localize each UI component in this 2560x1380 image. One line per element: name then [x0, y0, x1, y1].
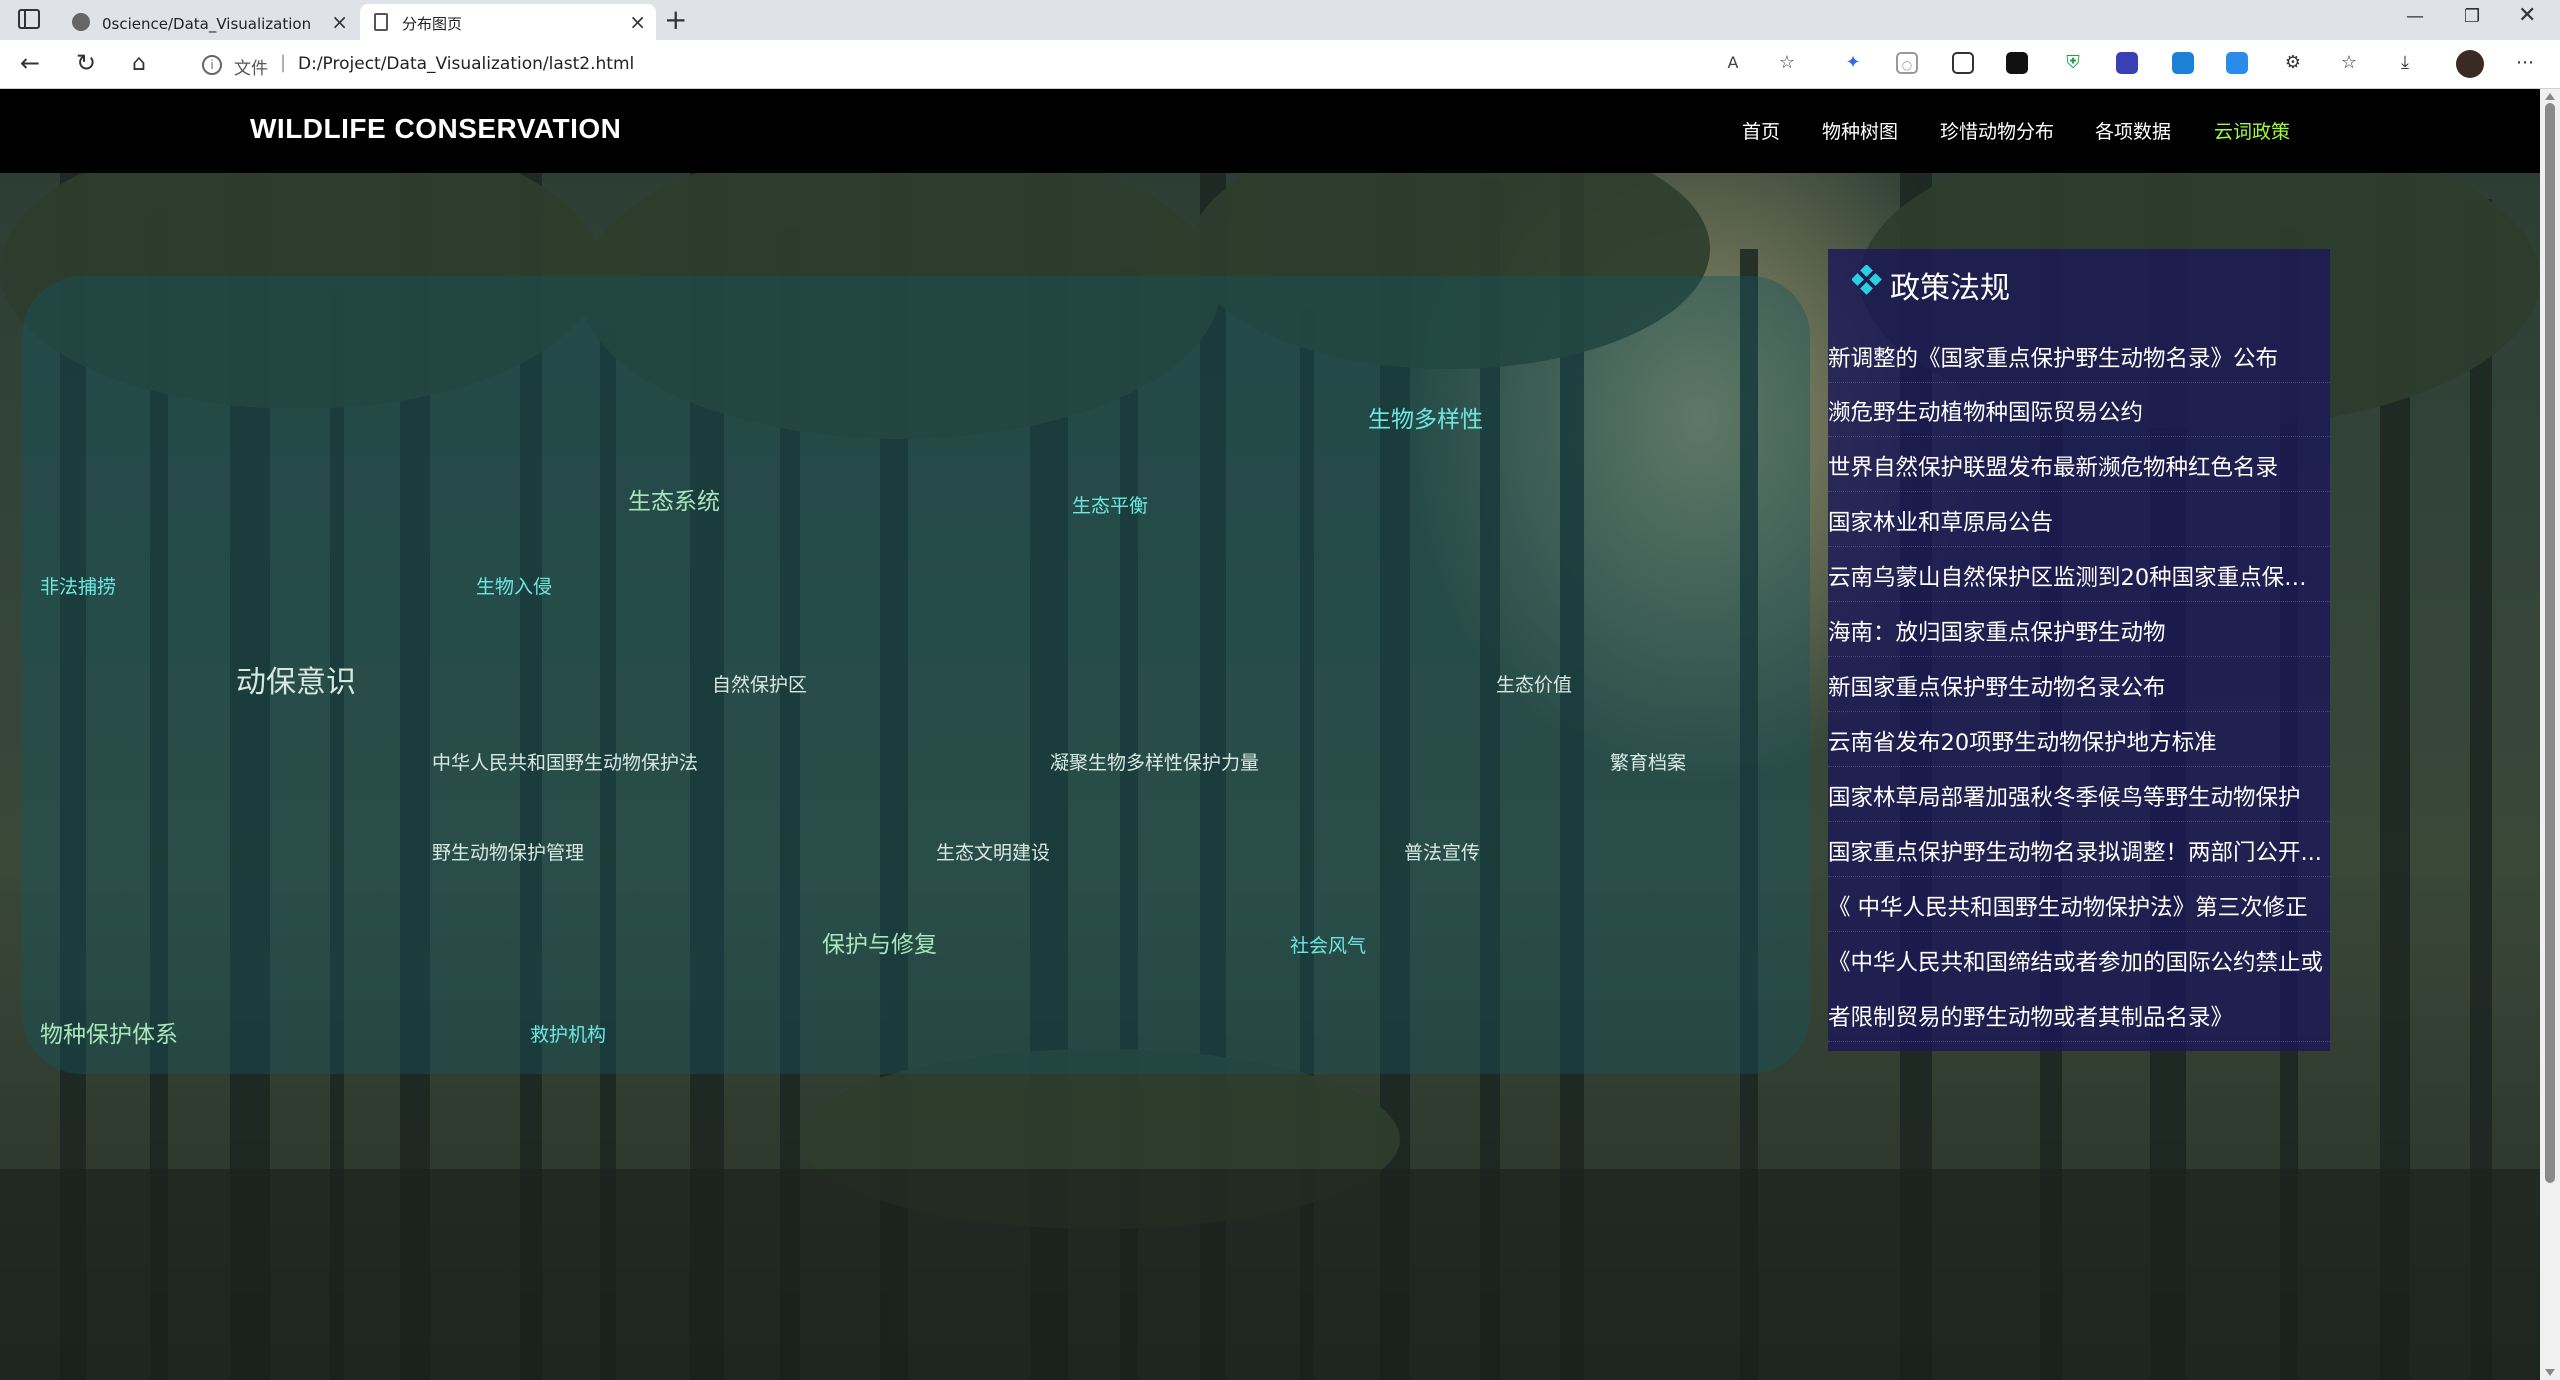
policy-item-text[interactable]: 《中华人民共和国缔结或者参加的国际公约禁止或	[1828, 945, 2328, 977]
url-scheme-label: 文件	[234, 59, 268, 79]
home-icon[interactable]: ⌂	[132, 51, 146, 76]
diamond-cluster-icon	[1852, 265, 1882, 295]
cloud-word: 保护与修复	[822, 932, 937, 958]
site-navbar: WILDLIFE CONSERVATION 首页 物种树图 珍惜动物分布 各项数…	[0, 89, 2540, 173]
cloud-word: 繁育档案	[1610, 752, 1687, 774]
cloud-word: 中华人民共和国野生动物保护法	[432, 752, 699, 774]
policy-item[interactable]: 国家林业和草原局公告	[1828, 493, 2330, 547]
extension-blue-icon[interactable]	[2116, 52, 2138, 74]
policy-item[interactable]: 者限制贸易的野生动物或者其制品名录》	[1828, 988, 2330, 1042]
info-icon[interactable]: i	[202, 55, 222, 75]
policy-item-text[interactable]: 世界自然保护联盟发布最新濒危物种红色名录	[1828, 450, 2328, 482]
nav-link-home[interactable]: 首页	[1742, 117, 1780, 144]
extension-image-icon[interactable]	[1952, 52, 1974, 74]
tab-title: 0science/Data_Visualization: 这是...	[102, 15, 312, 33]
policy-title: 政策法规	[1890, 271, 2010, 306]
cloud-word: 普法宣传	[1404, 842, 1481, 864]
nav-link-distribution[interactable]: 珍惜动物分布	[1940, 117, 2054, 144]
policy-item-text[interactable]: 云南乌蒙山自然保护区监测到20种国家重点保护...	[1828, 560, 2328, 592]
url-separator: |	[280, 52, 287, 73]
close-tab-icon[interactable]: ×	[629, 10, 646, 34]
browser-toolbar: ← ↻ ⌂ i 文件 | D:/Project/Data_Visualizati…	[0, 40, 2560, 89]
tab-actions-icon[interactable]	[18, 9, 40, 29]
nav-link-species-tree[interactable]: 物种树图	[1822, 117, 1898, 144]
cloud-word: 生态价值	[1496, 674, 1573, 696]
browser-tab-bar: 0science/Data_Visualization: 这是... × 分布图…	[0, 0, 2560, 40]
cloud-word: 生物入侵	[476, 576, 553, 598]
page-scrollbar[interactable]	[2540, 89, 2560, 1380]
cloud-word: 社会风气	[1290, 935, 1367, 957]
cloud-word: 自然保护区	[712, 674, 808, 696]
github-icon	[72, 13, 90, 31]
policy-item-text[interactable]: 《 中华人民共和国野生动物保护法》第三次修正	[1828, 890, 2328, 922]
policy-item-text[interactable]: 者限制贸易的野生动物或者其制品名录》	[1828, 1000, 2328, 1032]
policy-panel: 政策法规 新调整的《国家重点保护野生动物名录》公布 濒危野生动植物种国际贸易公约…	[1828, 249, 2330, 1051]
close-window-icon[interactable]: ✕	[2518, 3, 2536, 28]
cloud-word: 生态平衡	[1072, 495, 1149, 517]
scroll-up-arrow-icon[interactable]	[2545, 93, 2555, 100]
download-icon[interactable]: ⤓	[2394, 52, 2416, 74]
favorite-star-icon[interactable]: ☆	[1776, 52, 1798, 74]
cloud-word: 非法捕捞	[40, 576, 117, 598]
cloud-word: 野生动物保护管理	[432, 842, 585, 864]
cloud-word: 动保意识	[236, 665, 356, 700]
policy-item[interactable]: 新国家重点保护野生动物名录公布	[1828, 658, 2330, 712]
cloud-word: 生态系统	[628, 489, 720, 515]
scrollbar-thumb[interactable]	[2545, 103, 2555, 1183]
policy-item[interactable]: 云南乌蒙山自然保护区监测到20种国家重点保护...	[1828, 548, 2330, 602]
cloud-word: 生态文明建设	[936, 842, 1051, 864]
policy-item-text[interactable]: 国家林草局部署加强秋冬季候鸟等野生动物保护	[1828, 780, 2328, 812]
restore-icon[interactable]: ❐	[2464, 6, 2480, 27]
word-cloud-panel: 生物多样性 生态系统 生态平衡 非法捕捞 生物入侵 动保意识 自然保护区 生态价…	[22, 276, 1810, 1074]
policy-item[interactable]: 新调整的《国家重点保护野生动物名录》公布	[1828, 329, 2330, 383]
policy-item-text[interactable]: 国家重点保护野生动物名录拟调整！两部门公开...	[1828, 835, 2328, 867]
browser-tab-active[interactable]: 分布图页 ×	[360, 4, 656, 40]
cloud-word: 救护机构	[530, 1024, 607, 1046]
profile-avatar[interactable]	[2456, 50, 2484, 78]
policy-item[interactable]: 国家重点保护野生动物名录拟调整！两部门公开...	[1828, 823, 2330, 877]
page-viewport: WILDLIFE CONSERVATION 首页 物种树图 珍惜动物分布 各项数…	[0, 89, 2560, 1380]
policy-item-text[interactable]: 海南：放归国家重点保护野生动物	[1828, 615, 2328, 647]
extension-user-icon[interactable]	[2172, 52, 2194, 74]
collections-icon[interactable]: ☆	[2338, 52, 2360, 74]
scroll-down-arrow-icon[interactable]	[2545, 1369, 2555, 1376]
policy-item-text[interactable]: 新国家重点保护野生动物名录公布	[1828, 670, 2328, 702]
extension-bird-icon[interactable]: ✦	[1842, 52, 1864, 74]
extension-game-icon[interactable]	[2006, 52, 2028, 74]
cloud-word: 生物多样性	[1368, 407, 1483, 433]
browser-tab-github[interactable]: 0science/Data_Visualization: 这是... ×	[60, 4, 358, 40]
policy-item[interactable]: 国家林草局部署加强秋冬季候鸟等野生动物保护	[1828, 768, 2330, 822]
more-menu-icon[interactable]: ⋯	[2514, 52, 2536, 74]
url-text[interactable]: D:/Project/Data_Visualization/last2.html	[298, 54, 634, 74]
back-icon[interactable]: ←	[20, 49, 40, 77]
minimize-icon[interactable]: —	[2406, 6, 2424, 27]
address-bar[interactable]: i 文件 | D:/Project/Data_Visualization/las…	[184, 46, 1816, 82]
policy-item[interactable]: 濒危野生动植物种国际贸易公约	[1828, 383, 2330, 437]
tab-title: 分布图页	[402, 15, 463, 33]
cloud-word: 物种保护体系	[40, 1022, 178, 1048]
extension-translate-icon[interactable]	[2226, 52, 2248, 74]
policy-item[interactable]: 《 中华人民共和国野生动物保护法》第三次修正	[1828, 878, 2330, 932]
policy-item[interactable]: 世界自然保护联盟发布最新濒危物种红色名录	[1828, 438, 2330, 492]
extension-ring-icon[interactable]: ○	[1896, 52, 1918, 74]
cloud-word: 凝聚生物多样性保护力量	[1050, 752, 1260, 774]
read-aloud-icon[interactable]: A	[1722, 52, 1744, 74]
new-tab-icon[interactable]: +	[664, 3, 687, 36]
extensions-puzzle-icon[interactable]: ⚙	[2282, 52, 2304, 74]
policy-item[interactable]: 云南省发布20项野生动物保护地方标准	[1828, 713, 2330, 767]
close-tab-icon[interactable]: ×	[331, 10, 348, 34]
policy-item-text[interactable]: 云南省发布20项野生动物保护地方标准	[1828, 725, 2328, 757]
policy-item[interactable]: 海南：放归国家重点保护野生动物	[1828, 603, 2330, 657]
policy-item-text[interactable]: 新调整的《国家重点保护野生动物名录》公布	[1828, 341, 2328, 373]
nav-link-wordcloud-policy[interactable]: 云词政策	[2214, 117, 2290, 144]
policy-item[interactable]: 《中华人民共和国缔结或者参加的国际公约禁止或	[1828, 933, 2330, 987]
page-file-icon	[374, 13, 388, 31]
policy-item-text[interactable]: 濒危野生动植物种国际贸易公约	[1828, 395, 2328, 427]
site-brand[interactable]: WILDLIFE CONSERVATION	[250, 113, 621, 145]
nav-link-data[interactable]: 各项数据	[2095, 117, 2171, 144]
policy-item-text[interactable]: 国家林业和草原局公告	[1828, 505, 2328, 537]
refresh-icon[interactable]: ↻	[76, 49, 96, 77]
extension-shield-icon[interactable]: ⛨	[2062, 52, 2084, 74]
